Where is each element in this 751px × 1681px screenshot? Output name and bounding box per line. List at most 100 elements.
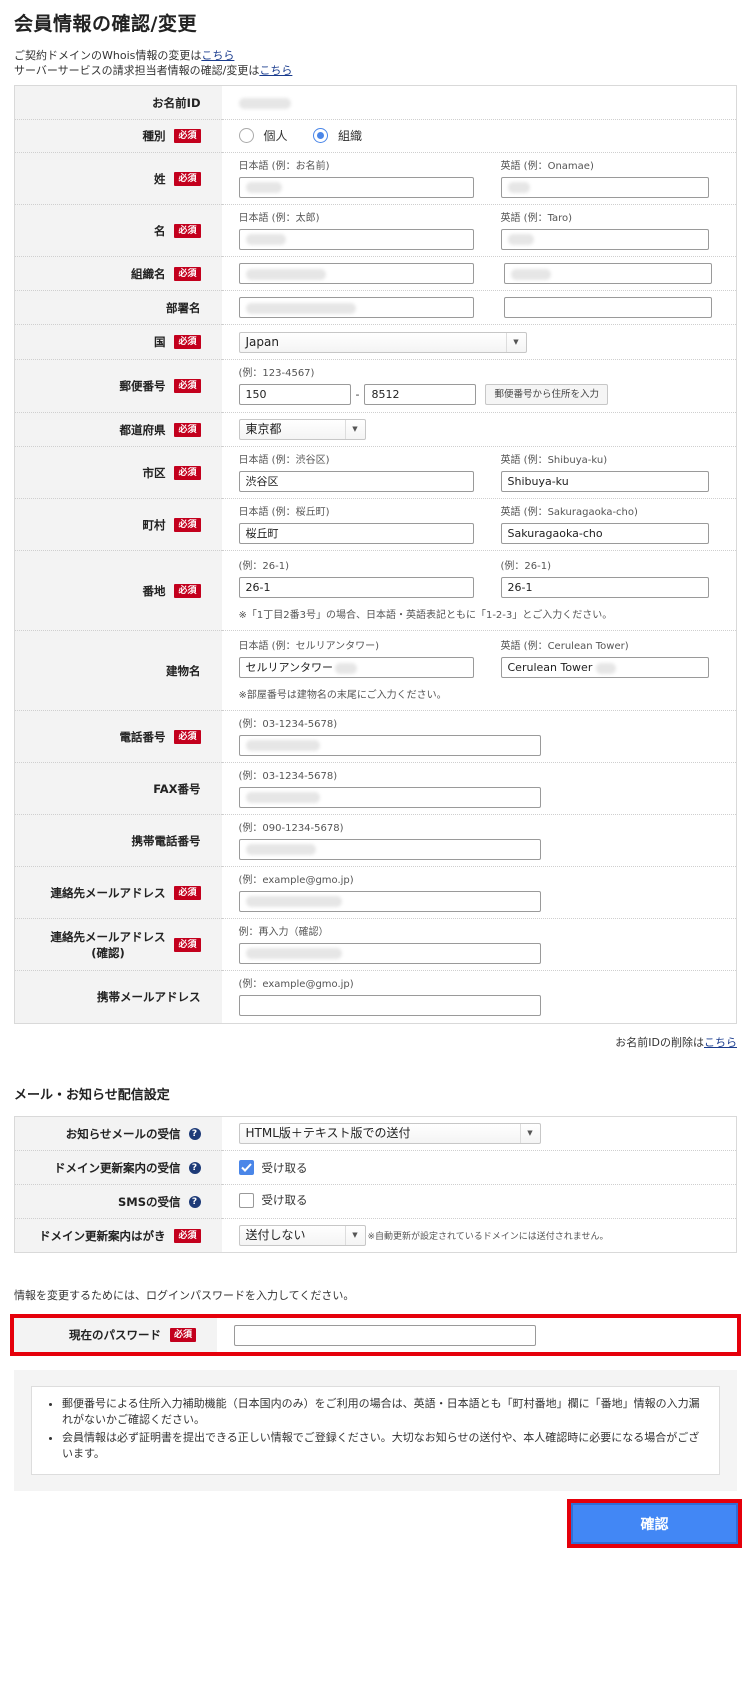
zip-input-1[interactable]: 150: [238, 384, 351, 405]
required-badge: 必須: [174, 422, 201, 437]
city-en-input[interactable]: Shibuya-ku: [500, 470, 709, 492]
confirm-button[interactable]: 確認: [571, 1503, 738, 1544]
required-badge: 必須: [174, 335, 201, 349]
row-tel: 電話番号 必須 (例：03-1234-5678): [14, 710, 737, 763]
zip-label: 郵便番号: [119, 379, 166, 393]
chevron-down-icon: ▼: [344, 1226, 365, 1245]
password-input[interactable]: [234, 1324, 536, 1346]
row-type: 種別 必須 個人 組織: [14, 119, 737, 153]
zip-lookup-button[interactable]: 郵便番号から住所を入力: [485, 384, 608, 405]
required-badge: 必須: [174, 583, 201, 598]
sei-en-input[interactable]: [500, 176, 709, 198]
sei-ja-input[interactable]: [238, 176, 474, 198]
row-renew-mail: ドメイン更新案内の受信? 受け取る: [14, 1150, 737, 1185]
town-en-input[interactable]: Sakuragaoka-cho: [500, 522, 709, 544]
building-en-input[interactable]: Cerulean Tower: [500, 657, 709, 678]
country-label: 国: [153, 335, 166, 349]
renew-mail-checkbox[interactable]: 受け取る: [238, 1160, 308, 1176]
info-box: 郵便番号による住所入力補助機能（日本国内のみ）をご利用の場合は、英語・日本語とも…: [14, 1370, 737, 1491]
help-icon[interactable]: ?: [188, 1127, 201, 1140]
type-radio-organization[interactable]: 組織: [313, 127, 362, 144]
building-label: 建物名: [166, 663, 201, 678]
mobile-email-input[interactable]: [238, 995, 541, 1016]
email-label: 連絡先メールアドレス: [50, 885, 166, 900]
row-zip: 郵便番号 必須 (例：123-4567) 150 - 8512 郵便番号から住所を…: [14, 359, 737, 413]
mobile-input[interactable]: [238, 838, 541, 860]
delete-id-text: お名前IDの削除は: [615, 1036, 704, 1049]
banchi-label: 番地: [142, 583, 166, 598]
email-confirm-input[interactable]: [238, 942, 541, 964]
info-item: 会員情報は必ず証明書を提出できる正しい情報でご登録ください。大切なお知らせの送付…: [62, 1430, 709, 1462]
building-ja-input[interactable]: セルリアンタワー: [238, 657, 474, 678]
info-list: 郵便番号による住所入力補助機能（日本国内のみ）をご利用の場合は、英語・日本語とも…: [44, 1396, 709, 1462]
sei-en-hint: 英語 (例：Onamae): [500, 160, 594, 172]
mei-ja-input[interactable]: [238, 228, 474, 250]
required-badge: 必須: [174, 937, 201, 952]
tel-input[interactable]: [238, 734, 541, 756]
email-confirm-label-sub: (確認): [91, 945, 125, 960]
banchi-ja-input[interactable]: 26-1: [238, 577, 474, 598]
email-input[interactable]: [238, 890, 541, 912]
mail-settings-table: お知らせメールの受信? HTML版＋テキスト版での送付 ▼ ドメイン更新案内の受信…: [14, 1116, 737, 1253]
row-id: お名前ID: [14, 85, 737, 120]
org-label: 組織名: [130, 266, 166, 281]
town-ja-input[interactable]: 桜丘町: [238, 522, 474, 544]
city-en-hint: 英語 (例：Shibuya-ku): [500, 454, 608, 466]
mei-en-input[interactable]: [500, 228, 709, 250]
email-confirm-hint: 例：再入力（確認）: [238, 926, 329, 938]
tel-hint: (例：03-1234-5678): [238, 718, 338, 730]
notice-mail-select[interactable]: HTML版＋テキスト版での送付 ▼: [238, 1123, 541, 1144]
page-title: 会員情報の確認/変更: [14, 13, 197, 35]
delete-id-link[interactable]: こちら: [704, 1036, 737, 1049]
postcard-select[interactable]: 送付しない ▼: [238, 1225, 366, 1246]
sms-checkbox[interactable]: 受け取る: [238, 1192, 308, 1208]
required-badge: 必須: [174, 465, 201, 480]
org-en-input[interactable]: [503, 263, 712, 284]
mobile-hint: (例：090-1234-5678): [238, 822, 344, 834]
city-ja-input[interactable]: 渋谷区: [238, 470, 474, 492]
town-en-hint: 英語 (例：Sakuragaoka-cho): [500, 506, 638, 518]
dept-en-input[interactable]: [503, 297, 712, 318]
required-badge: 必須: [174, 517, 201, 532]
id-value: [238, 97, 291, 109]
zip-input-2[interactable]: 8512: [364, 384, 477, 405]
banchi-en-input[interactable]: 26-1: [500, 577, 709, 598]
fax-input[interactable]: [238, 786, 541, 808]
town-ja-hint: 日本語 (例：桜丘町): [238, 506, 330, 518]
row-email: 連絡先メールアドレス 必須 (例：example@gmo.jp): [14, 866, 737, 919]
whois-link[interactable]: こちら: [201, 49, 234, 62]
building-ja-hint: 日本語 (例：セルリアンタワー): [238, 641, 380, 652]
billing-link[interactable]: こちら: [259, 64, 292, 77]
required-badge: 必須: [174, 129, 201, 143]
checkmark-icon: [238, 1160, 254, 1175]
required-badge: 必須: [174, 379, 201, 393]
fax-hint: (例：03-1234-5678): [238, 770, 338, 782]
type-radio-individual[interactable]: 個人: [238, 127, 288, 144]
row-mobile-email: 携帯メールアドレス (例：example@gmo.jp): [14, 970, 737, 1024]
info-links: ご契約ドメインのWhois情報の変更はこちら サーバーサービスの請求担当者情報の…: [14, 48, 737, 78]
mail-settings-heading: メール・お知らせ配信設定: [14, 1088, 170, 1103]
dept-ja-input[interactable]: [238, 297, 474, 318]
help-icon[interactable]: ?: [188, 1161, 201, 1174]
pref-label: 都道府県: [119, 422, 166, 437]
postcard-label: ドメイン更新案内はがき: [38, 1228, 166, 1243]
country-select[interactable]: Japan ▼: [238, 331, 527, 353]
city-ja-hint: 日本語 (例：渋谷区): [238, 454, 330, 466]
mei-label: 名: [153, 223, 166, 238]
row-city: 市区 必須 日本語 (例：渋谷区) 渋谷区 英語 (例：Shibuya-ku) Shi…: [14, 446, 737, 499]
pref-select[interactable]: 東京都 ▼: [238, 419, 366, 440]
mobile-label: 携帯電話番号: [131, 833, 201, 848]
required-badge: 必須: [174, 171, 201, 186]
row-town: 町村 必須 日本語 (例：桜丘町) 桜丘町 英語 (例：Sakuragaoka-ch…: [14, 498, 737, 551]
help-icon[interactable]: ?: [188, 1195, 201, 1208]
row-sei: 姓必須 日本語 (例：お名前) 英語 (例：Onamae): [14, 152, 737, 205]
email-hint: (例：example@gmo.jp): [238, 874, 354, 886]
info-item: 郵便番号による住所入力補助機能（日本国内のみ）をご利用の場合は、英語・日本語とも…: [62, 1396, 709, 1428]
row-country: 国必須 Japan ▼: [14, 324, 737, 360]
fax-label: FAX番号: [153, 781, 201, 796]
org-ja-input[interactable]: [238, 263, 474, 284]
billing-link-text: サーバーサービスの請求担当者情報の確認/変更は: [14, 64, 260, 77]
mobile-email-label: 携帯メールアドレス: [97, 990, 201, 1004]
password-intro: 情報を変更するためには、ログインパスワードを入力してください。: [14, 1289, 355, 1302]
required-badge: 必須: [174, 266, 201, 281]
